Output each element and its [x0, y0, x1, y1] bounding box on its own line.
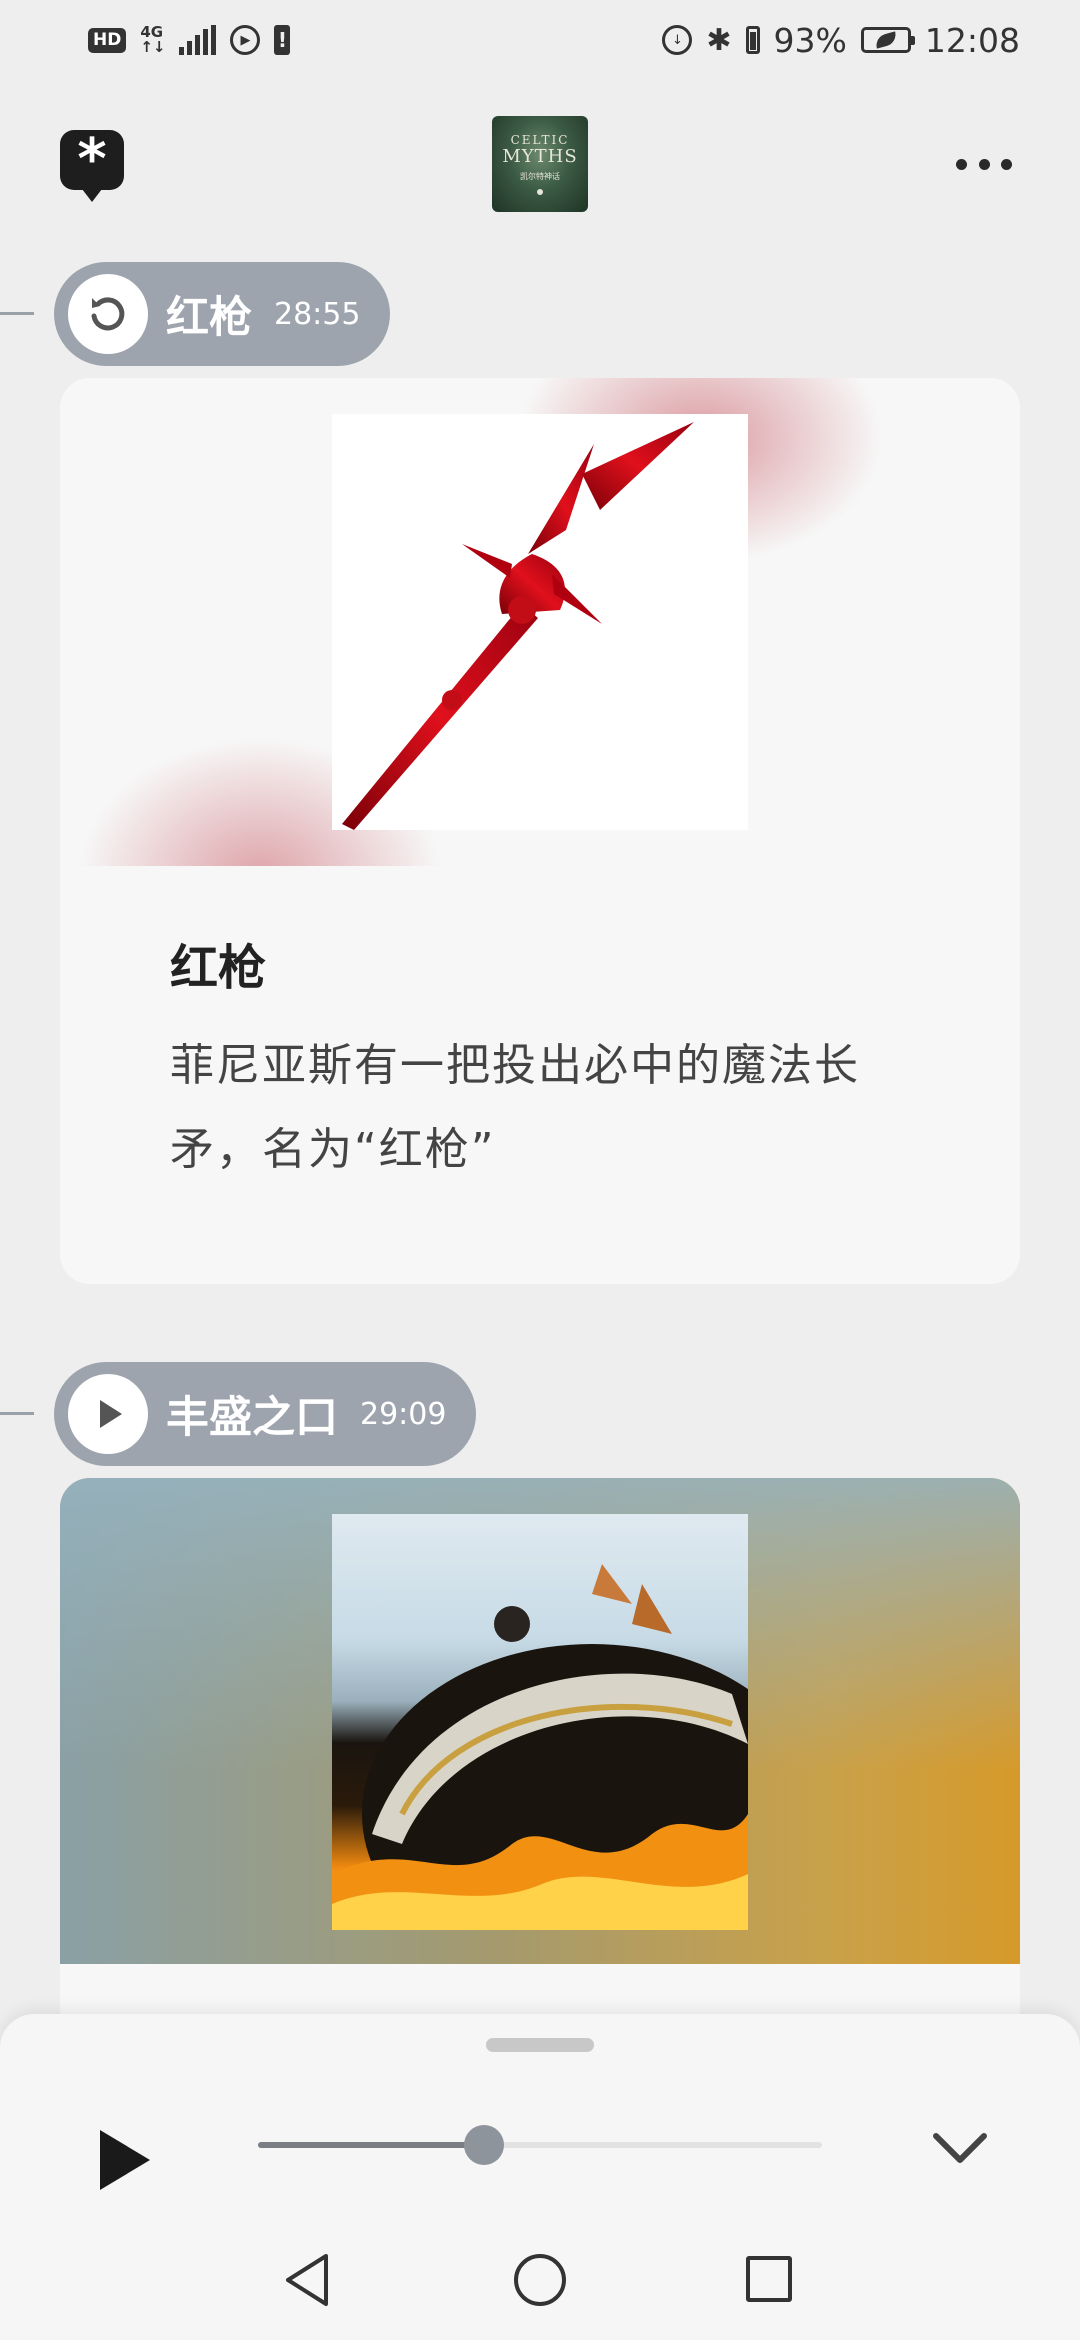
clock: 12:08	[924, 20, 1020, 60]
notification-alert-icon: !	[274, 25, 291, 55]
card-title: 红枪	[170, 940, 267, 996]
network-arrows-label: ↑↓	[140, 38, 166, 56]
hd-icon: HD	[88, 27, 127, 53]
play-icon	[100, 2130, 150, 2190]
cauldron-image	[332, 1514, 748, 1930]
chevron-down-icon	[933, 2133, 987, 2163]
app-logo-glyph: *	[77, 127, 107, 192]
battery-percent: 93%	[773, 20, 847, 60]
data-saver-icon: ↓	[662, 25, 693, 55]
network-type-icon: 4G ↑↓	[140, 25, 165, 55]
signal-icon	[179, 25, 217, 55]
battery-saver-icon	[860, 27, 915, 53]
album-cover-line2: MYTHS	[502, 146, 578, 167]
app-logo-icon[interactable]: *	[60, 127, 124, 202]
play-button[interactable]	[96, 2126, 156, 2194]
status-bar: HD 4G ↑↓ ▶ ! ↓ ✱ 93% 12:08	[0, 0, 1080, 80]
back-button[interactable]	[282, 2252, 332, 2308]
album-cover-line1: CELTIC	[510, 133, 570, 147]
chapter-pill-2[interactable]: 丰盛之口 29:09	[54, 1362, 477, 1466]
red-spear-image	[332, 414, 748, 830]
chapter-card-1[interactable]: 红枪 菲尼亚斯有一把投出必中的魔法长矛，名为“红枪”	[60, 378, 1020, 1284]
chapter-pill-1[interactable]: 红枪 28:55	[54, 262, 391, 366]
album-cover-dot	[537, 189, 543, 195]
card-description: 菲尼亚斯有一把投出必中的魔法长矛，名为“红枪”	[170, 1040, 860, 1175]
accessory-battery-icon	[745, 26, 760, 54]
card-hero-background	[60, 1478, 1020, 1964]
bluetooth-icon: ✱	[706, 22, 732, 58]
system-nav-bar	[0, 2230, 1080, 2340]
chapter-time: 28:55	[274, 296, 361, 332]
timeline-tick	[0, 1412, 34, 1415]
seek-handle[interactable]	[463, 2125, 504, 2165]
album-cover[interactable]: CELTIC MYTHS 凯尔特神话	[492, 116, 588, 212]
timeline-tick	[0, 312, 34, 315]
chapter-time: 29:09	[360, 1396, 447, 1432]
drag-handle[interactable]	[486, 2038, 594, 2052]
back-triangle-icon	[286, 2254, 328, 2306]
card-hero-background	[60, 378, 1020, 866]
play-icon[interactable]	[68, 1374, 148, 1454]
seek-bar[interactable]	[258, 2125, 822, 2165]
status-right: ↓ ✱ 93% 12:08	[662, 21, 1020, 60]
chapter-card-2[interactable]	[60, 1478, 1020, 2078]
chapter-title: 丰盛之口	[166, 1393, 338, 1443]
collapse-button[interactable]	[930, 2128, 990, 2168]
chapter-title: 红枪	[166, 293, 252, 343]
more-options-icon[interactable]	[956, 150, 1012, 178]
media-playing-icon: ▶	[230, 25, 261, 55]
home-button[interactable]	[514, 2254, 566, 2306]
seek-progress	[258, 2142, 484, 2148]
replay-icon[interactable]	[68, 274, 148, 354]
recents-button[interactable]	[746, 2256, 792, 2302]
album-cover-line3: 凯尔特神话	[520, 172, 560, 181]
status-left: HD 4G ↑↓ ▶ !	[88, 25, 291, 55]
